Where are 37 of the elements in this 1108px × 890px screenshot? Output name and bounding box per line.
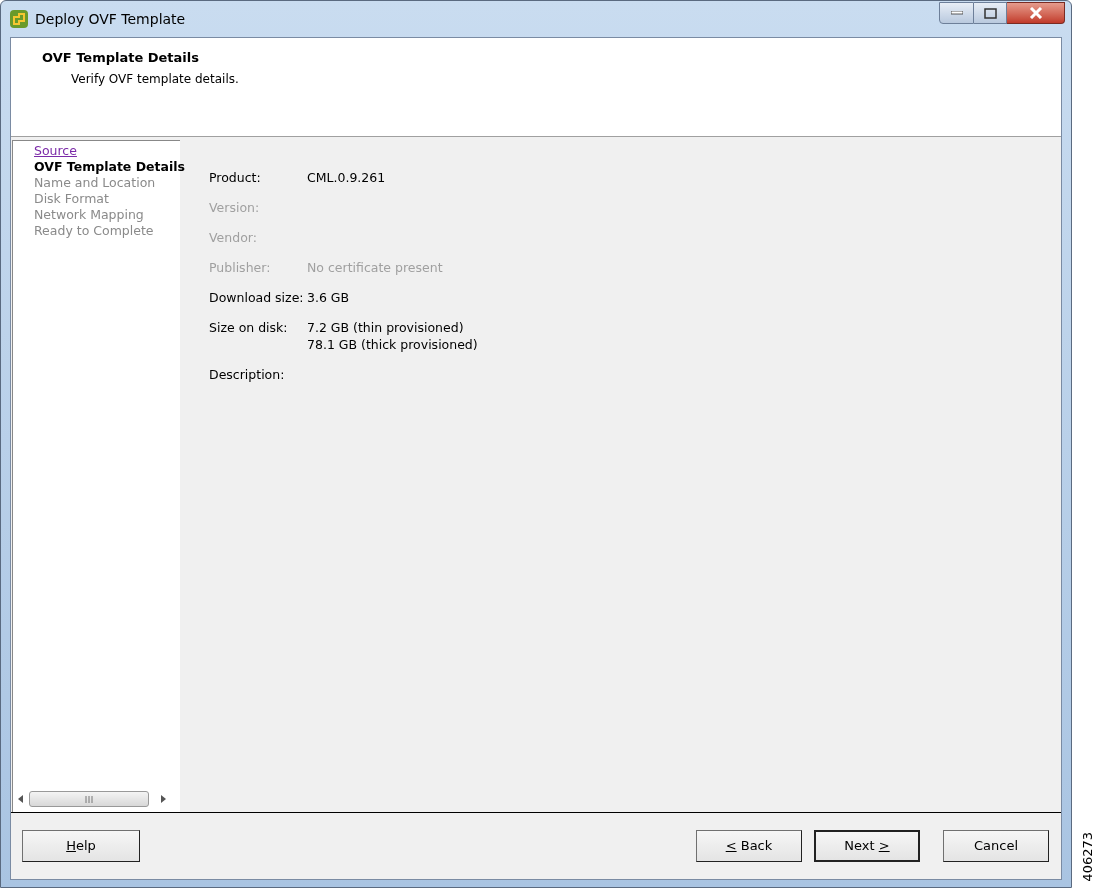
minimize-button[interactable]	[939, 2, 974, 24]
dialog-button[interactable]: Next >	[814, 830, 920, 862]
scroll-right-icon[interactable]	[159, 794, 167, 804]
close-button[interactable]	[1007, 2, 1065, 24]
field-label: Vendor:	[209, 229, 258, 246]
page-heading: OVF Template Details	[42, 49, 200, 67]
wizard-step: OVF Template Details	[34, 159, 185, 175]
dialog-button[interactable]: Cancel	[943, 830, 1049, 862]
dialog-button[interactable]: Help	[22, 830, 140, 862]
figure-number: 406273	[1079, 832, 1096, 882]
wizard-step: Disk Format	[34, 191, 109, 207]
scrollbar-thumb[interactable]	[29, 791, 149, 807]
wizard-step: Ready to Complete	[34, 223, 154, 239]
maximize-icon	[983, 7, 997, 19]
grip-icon	[84, 795, 94, 803]
close-icon	[1028, 7, 1043, 19]
field-value: 3.6 GB	[307, 289, 350, 306]
field-value: 7.2 GB (thin provisioned)	[307, 319, 464, 336]
scroll-left-icon[interactable]	[17, 794, 25, 804]
dialog-button[interactable]: < Back	[696, 830, 802, 862]
field-label: Publisher:	[209, 259, 272, 276]
field-label: Description:	[209, 366, 286, 383]
field-label: Size on disk:	[209, 319, 289, 337]
field-label: Download size:	[209, 289, 305, 306]
page-subtitle: Verify OVF template details.	[70, 70, 240, 88]
field-value: 78.1 GB (thick provisioned)	[307, 336, 478, 353]
minimize-icon	[950, 11, 963, 15]
wizard-step: Name and Location	[34, 175, 156, 191]
field-label: Version:	[209, 199, 261, 216]
maximize-button[interactable]	[974, 2, 1007, 24]
wizard-step[interactable]: Source	[34, 143, 77, 159]
field-label: Product:	[209, 169, 262, 186]
window-title: Deploy OVF Template	[35, 9, 186, 29]
wizard-step: Network Mapping	[34, 207, 144, 223]
app-logo-icon	[9, 9, 29, 29]
field-value: No certificate present	[307, 259, 443, 276]
field-value: CML.0.9.261	[307, 169, 386, 186]
